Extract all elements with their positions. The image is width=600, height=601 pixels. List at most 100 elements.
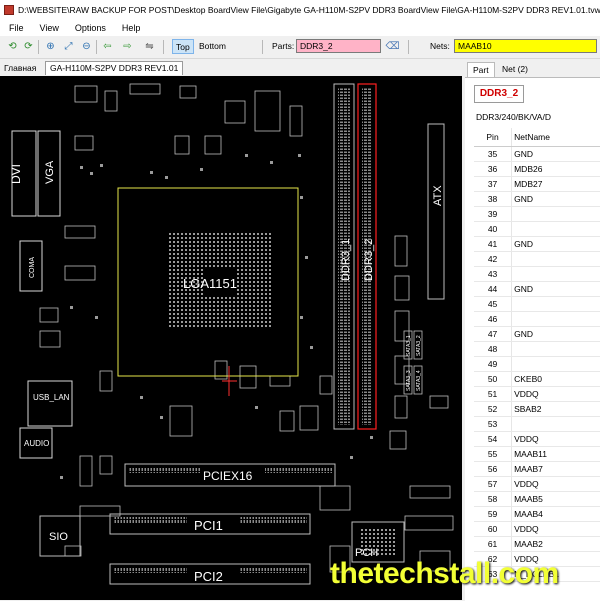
- pin-number: 37: [487, 179, 498, 189]
- title-bar: D:\WEBSITE\RAW BACKUP FOR POST\Desktop B…: [0, 0, 600, 19]
- table-row[interactable]: 36 MDB26: [474, 162, 600, 177]
- pin-number: 36: [487, 164, 498, 174]
- dvi-label: DVI: [9, 164, 23, 184]
- bottom-toggle[interactable]: Bottom: [196, 39, 229, 54]
- table-row[interactable]: 48: [474, 342, 600, 357]
- table-row[interactable]: 50 CKEB0: [474, 372, 600, 387]
- net-name: [511, 312, 600, 326]
- pin-number: 53: [487, 419, 498, 429]
- net-name: MAAB11: [511, 447, 600, 461]
- cpu-label: LGA1151: [183, 276, 237, 291]
- net-name: [511, 252, 600, 266]
- table-row[interactable]: 51 VDDQ: [474, 387, 600, 402]
- pci2-label: PCI2: [194, 569, 223, 584]
- arrow-left-icon[interactable]: ⇦: [101, 40, 114, 53]
- pci1-label: PCI1: [194, 518, 223, 533]
- zoom-fit-icon[interactable]: ⤢: [62, 40, 75, 53]
- pciex16-label: PCIEX16: [203, 469, 253, 483]
- table-row[interactable]: 49: [474, 357, 600, 372]
- menu-help[interactable]: Help: [113, 23, 148, 33]
- table-row[interactable]: 39: [474, 207, 600, 222]
- part-description: DDR3/240/BK/VA/D: [476, 112, 551, 122]
- table-row[interactable]: 46: [474, 312, 600, 327]
- board-canvas[interactable]: DVI VGA COMA USB_LAN AUDIO LGA1151 DDR3_…: [0, 76, 462, 600]
- atx-connector: [427, 123, 445, 300]
- net-name: MAAB4: [511, 507, 600, 521]
- tab-part[interactable]: Part: [467, 62, 495, 77]
- pin-number: 51: [487, 389, 498, 399]
- net-name: [511, 267, 600, 281]
- pin-number: 44: [487, 284, 498, 294]
- pin-table: Pin NetName 35 GND 36 MDB26 37 MDB27 38 GND 39 40…: [474, 128, 600, 582]
- atx-label: ATX: [432, 185, 444, 206]
- table-row[interactable]: 45: [474, 297, 600, 312]
- pin-number: 41: [487, 239, 498, 249]
- tab-board-file[interactable]: GA-H110M-S2PV DDR3 REV1.01: [45, 61, 184, 75]
- flip-icon[interactable]: ⇋: [143, 40, 156, 53]
- pin-number: 39: [487, 209, 498, 219]
- net-name: GND: [511, 327, 600, 341]
- col-pin[interactable]: Pin: [474, 132, 511, 142]
- menu-file[interactable]: File: [0, 23, 31, 33]
- nets-label: Nets:: [430, 41, 450, 51]
- top-toggle[interactable]: Top: [172, 39, 194, 54]
- table-row[interactable]: 54 VDDQ: [474, 432, 600, 447]
- net-name: GND: [511, 237, 600, 251]
- table-row[interactable]: 40: [474, 222, 600, 237]
- pin-number: 42: [487, 254, 498, 264]
- table-row[interactable]: 58 MAAB5: [474, 492, 600, 507]
- arrow-right-icon[interactable]: ⇨: [121, 40, 134, 53]
- clear-search-icon[interactable]: ⌫: [385, 40, 399, 53]
- table-row[interactable]: 60 VDDQ: [474, 522, 600, 537]
- table-row[interactable]: 61 MAAB2: [474, 537, 600, 552]
- rotate-right-icon[interactable]: ⟳: [22, 40, 35, 53]
- zoom-in-icon[interactable]: ⊕: [44, 40, 57, 53]
- net-name: GND: [511, 282, 600, 296]
- col-netname[interactable]: NetName: [511, 128, 600, 146]
- table-row[interactable]: 47 GND: [474, 327, 600, 342]
- zoom-out-icon[interactable]: ⊖: [80, 40, 93, 53]
- app-icon: [4, 4, 14, 15]
- table-row[interactable]: 35 GND: [474, 147, 600, 162]
- net-name: GND: [511, 147, 600, 161]
- pin-number: 48: [487, 344, 498, 354]
- table-row[interactable]: 55 MAAB11: [474, 447, 600, 462]
- net-name: [511, 207, 600, 221]
- table-row[interactable]: 56 MAAB7: [474, 462, 600, 477]
- net-name: MAAB2: [511, 537, 600, 551]
- toolbar: ⟲ ⟳ ⊕ ⤢ ⊖ ⇦ ⇨ ⇋ Top Bottom Parts: DDR3_2…: [0, 36, 600, 59]
- table-row[interactable]: 57 VDDQ: [474, 477, 600, 492]
- table-row[interactable]: 44 GND: [474, 282, 600, 297]
- tab-net[interactable]: Net (2): [497, 62, 533, 77]
- board-view[interactable]: DVI VGA COMA USB_LAN AUDIO LGA1151 DDR3_…: [0, 76, 462, 600]
- sata3-3-label: SATA3_3: [406, 370, 412, 391]
- pin-number: 49: [487, 359, 498, 369]
- pin-number: 58: [487, 494, 498, 504]
- tab-home[interactable]: Главная: [4, 63, 36, 73]
- table-row[interactable]: 42: [474, 252, 600, 267]
- table-row[interactable]: 38 GND: [474, 192, 600, 207]
- sio-label: SIO: [49, 531, 68, 543]
- table-row[interactable]: 41 GND: [474, 237, 600, 252]
- pin-number: 50: [487, 374, 498, 384]
- parts-search-input[interactable]: DDR3_2: [296, 39, 381, 53]
- menu-view[interactable]: View: [31, 23, 66, 33]
- table-row[interactable]: 53: [474, 417, 600, 432]
- net-name: SBAB2: [511, 402, 600, 416]
- sata3-1-label: SATA3_1: [406, 335, 412, 356]
- menu-options[interactable]: Options: [66, 23, 113, 33]
- pin-number: 61: [487, 539, 498, 549]
- table-row[interactable]: 59 MAAB4: [474, 507, 600, 522]
- menu-bar: File View Options Help: [0, 19, 600, 36]
- coma-label: COMA: [29, 257, 36, 278]
- table-row[interactable]: 52 SBAB2: [474, 402, 600, 417]
- net-name: CKEB0: [511, 372, 600, 386]
- watermark-text: thetechstall.com: [330, 557, 559, 590]
- table-row[interactable]: 37 MDB27: [474, 177, 600, 192]
- table-row[interactable]: 43: [474, 267, 600, 282]
- net-name: [511, 342, 600, 356]
- part-info-body: DDR3_2 DDR3/240/BK/VA/D Pin NetName 35 GN…: [465, 77, 600, 601]
- nets-search-input[interactable]: MAAB10: [454, 39, 597, 53]
- rotate-left-icon[interactable]: ⟲: [6, 40, 19, 53]
- net-name: VDDQ: [511, 477, 600, 491]
